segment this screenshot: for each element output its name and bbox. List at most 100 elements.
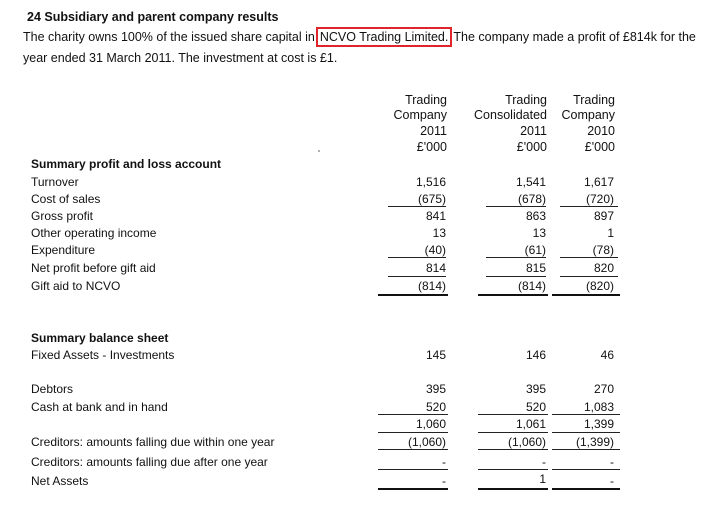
column-header-line2: Company — [561, 108, 616, 122]
bs-cell: (1,060) — [507, 435, 546, 449]
column-header-year: 2011 — [520, 124, 547, 138]
subtotal-rule — [552, 414, 620, 415]
bs-cell: 1,399 — [583, 417, 614, 431]
subtotal-rule — [486, 276, 546, 277]
pl-cell: 820 — [593, 261, 614, 275]
subtotal-rule — [486, 257, 546, 258]
total-rule — [478, 488, 548, 490]
pl-row-label: Other operating income — [31, 226, 157, 240]
bs-cell: - — [442, 455, 446, 469]
pl-row-label: Cost of sales — [31, 192, 101, 206]
bs-cell: 270 — [593, 382, 614, 396]
pl-cell: (61) — [524, 243, 546, 257]
note-paragraph: The charity owns 100% of the issued shar… — [23, 27, 696, 47]
subtotal-rule — [478, 414, 548, 415]
column-header-trading-company-2010: Trading Company 2010 £'000 — [562, 93, 616, 155]
pl-cell: 1,541 — [515, 175, 546, 189]
pl-cell: (678) — [517, 192, 546, 206]
subtotal-rule — [552, 449, 620, 450]
subtotal-rule — [486, 206, 546, 207]
pl-cell: 13 — [432, 226, 446, 240]
column-header-unit: £'000 — [516, 140, 547, 154]
bs-row-label: Fixed Assets - Investments — [31, 348, 175, 362]
pl-cell: 1 — [607, 226, 614, 240]
total-rule — [552, 488, 620, 490]
bs-cell: 145 — [425, 348, 446, 362]
bs-row-label: Net Assets — [31, 474, 89, 488]
pl-cell: (814) — [517, 279, 546, 293]
pl-row-label: Net profit before gift aid — [31, 261, 156, 275]
bs-row-label: Creditors: amounts falling due after one… — [31, 455, 268, 469]
subtotal-rule — [478, 469, 548, 470]
pl-row-label: Gift aid to NCVO — [31, 279, 121, 293]
subtotal-rule — [378, 469, 448, 470]
column-header-line2: Consolidated — [474, 108, 547, 122]
bs-cell: 1,061 — [515, 417, 546, 431]
column-header-line1: Trading — [573, 93, 615, 107]
bs-cell: 1,083 — [583, 400, 614, 414]
paragraph-text-before: The charity owns 100% of the issued shar… — [23, 30, 315, 44]
bs-cell: 395 — [525, 382, 546, 396]
pl-cell: 814 — [425, 261, 446, 275]
pl-cell: 13 — [532, 226, 546, 240]
column-header-line1: Trading — [405, 93, 447, 107]
stray-mark — [318, 150, 320, 152]
pl-cell: (814) — [417, 279, 446, 293]
subtotal-rule — [378, 449, 448, 450]
bs-cell: 520 — [425, 400, 446, 414]
paragraph-text-after: The company made a profit of £814k for t… — [453, 30, 696, 44]
subtotal-rule — [560, 206, 618, 207]
subtotal-rule — [478, 449, 548, 450]
subtotal-rule — [552, 469, 620, 470]
subtotal-rule — [388, 257, 446, 258]
bs-cell: 520 — [525, 400, 546, 414]
bs-cell: (1,399) — [575, 435, 614, 449]
pl-cell: 815 — [525, 261, 546, 275]
note-paragraph-line2: year ended 31 March 2011. The investment… — [23, 51, 338, 65]
bs-cell: (1,060) — [407, 435, 446, 449]
column-header-trading-company-2011: Trading Company 2011 £'000 — [394, 93, 448, 155]
subtotal-rule — [552, 432, 620, 433]
column-header-year: 2010 — [587, 124, 615, 138]
bs-cell: 1 — [539, 472, 546, 486]
highlighted-company-name: NCVO Trading Limited. — [315, 27, 453, 47]
subtotal-rule — [388, 206, 446, 207]
bs-cell: 46 — [600, 348, 614, 362]
pl-cell: 841 — [425, 209, 446, 223]
pl-cell: (675) — [417, 192, 446, 206]
bs-row-label: Debtors — [31, 382, 74, 396]
subtotal-rule — [560, 257, 618, 258]
column-header-line1: Trading — [505, 93, 547, 107]
pl-section-title: Summary profit and loss account — [31, 157, 222, 171]
total-rule — [378, 294, 448, 296]
pl-cell: 863 — [525, 209, 546, 223]
bs-row-label: Cash at bank and in hand — [31, 400, 168, 414]
column-header-line2: Company — [393, 108, 448, 122]
pl-cell: 1,617 — [583, 175, 614, 189]
pl-cell: (720) — [585, 192, 614, 206]
pl-cell: (40) — [424, 243, 446, 257]
pl-row-label: Expenditure — [31, 243, 96, 257]
column-header-trading-consolidated-2011: Trading Consolidated 2011 £'000 — [474, 93, 547, 155]
note-heading: 24 Subsidiary and parent company results — [27, 10, 279, 24]
pl-cell: (78) — [592, 243, 614, 257]
pl-cell: (820) — [585, 279, 614, 293]
bs-cell: - — [542, 455, 546, 469]
bs-cell: 1,060 — [415, 417, 446, 431]
bs-cell: - — [610, 474, 614, 488]
bs-cell: - — [610, 455, 614, 469]
subtotal-rule — [388, 276, 446, 277]
subtotal-rule — [478, 432, 548, 433]
column-header-year: 2011 — [420, 124, 447, 138]
subtotal-rule — [378, 414, 448, 415]
bs-section-title: Summary balance sheet — [31, 331, 169, 345]
total-rule — [552, 294, 620, 296]
bs-cell: 146 — [525, 348, 546, 362]
subtotal-rule — [378, 432, 448, 433]
total-rule — [478, 294, 548, 296]
total-rule — [378, 488, 448, 490]
bs-cell: 395 — [425, 382, 446, 396]
column-header-unit: £'000 — [416, 140, 447, 154]
pl-cell: 1,516 — [415, 175, 446, 189]
subtotal-rule — [560, 276, 618, 277]
